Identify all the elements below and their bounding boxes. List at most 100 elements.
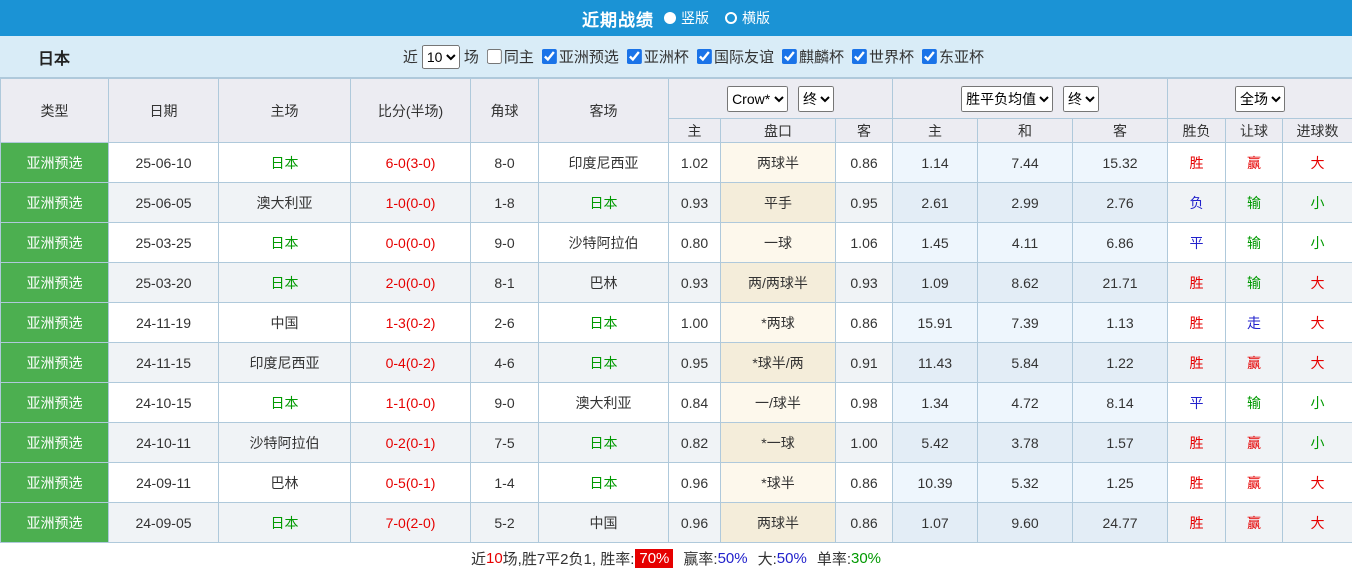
europe-draw-odds: 7.39 <box>978 303 1073 343</box>
asian-away-odds: 1.06 <box>836 223 893 263</box>
type-badge: 亚洲预选 <box>1 303 109 343</box>
result-scope-header: 全场 <box>1168 79 1352 119</box>
match-date: 25-03-20 <box>109 263 219 303</box>
games-label: 场 <box>464 46 479 67</box>
corner-score: 4-6 <box>471 343 539 383</box>
competition-label: 东亚杯 <box>939 46 984 67</box>
footer-match-count: 10 <box>486 550 503 567</box>
layout-option-horizontal-label: 横版 <box>742 8 770 28</box>
competition-checkbox[interactable] <box>782 49 797 64</box>
asian-away-odds: 0.98 <box>836 383 893 423</box>
competition-filter[interactable]: 东亚杯 <box>922 46 984 67</box>
match-row: 亚洲预选24-09-05日本7-0(2-0)5-2中国0.96两球半0.861.… <box>1 503 1352 543</box>
europe-draw-odds: 5.32 <box>978 463 1073 503</box>
match-date: 25-06-10 <box>109 143 219 183</box>
table-header-group-row: 类型 日期 主场 比分(半场) 角球 客场 Crow* 终 胜平负均值 终 全场 <box>1 79 1352 119</box>
score: 0-4(0-2) <box>351 343 471 383</box>
match-row: 亚洲预选24-10-11沙特阿拉伯0-2(0-1)7-5日本0.82*一球1.0… <box>1 423 1352 463</box>
asian-handicap: *两球 <box>721 303 836 343</box>
result: 胜 <box>1168 423 1226 463</box>
same-home-label: 同主 <box>504 46 534 67</box>
score: 0-5(0-1) <box>351 463 471 503</box>
asian-handicap: *球半/两 <box>721 343 836 383</box>
match-date: 24-11-15 <box>109 343 219 383</box>
away-team: 日本 <box>539 303 669 343</box>
match-row: 亚洲预选25-06-10日本6-0(3-0)8-0印度尼西亚1.02两球半0.8… <box>1 143 1352 183</box>
result-scope-select[interactable]: 全场 <box>1235 86 1285 112</box>
away-team: 澳大利亚 <box>539 383 669 423</box>
filter-bar: 日本 近 10 场 同主 亚洲预选亚洲杯国际友谊麒麟杯世界杯东亚杯 <box>0 36 1352 78</box>
type-badge: 亚洲预选 <box>1 383 109 423</box>
asian-away-odds: 0.86 <box>836 463 893 503</box>
corner-score: 9-0 <box>471 223 539 263</box>
competition-filter[interactable]: 世界杯 <box>852 46 914 67</box>
score: 6-0(3-0) <box>351 143 471 183</box>
recent-label: 近 <box>403 46 418 67</box>
handicap-result: 赢 <box>1226 503 1283 543</box>
europe-home-odds: 1.34 <box>893 383 978 423</box>
asian-home-odds: 0.93 <box>669 263 721 303</box>
match-date: 25-06-05 <box>109 183 219 223</box>
asian-home-odds: 0.95 <box>669 343 721 383</box>
asian-odds-time-select[interactable]: 终 <box>798 86 834 112</box>
europe-away-odds: 24.77 <box>1073 503 1168 543</box>
europe-odds-time-select[interactable]: 终 <box>1063 86 1099 112</box>
asian-away-odds: 0.91 <box>836 343 893 383</box>
results-tbody: 亚洲预选25-06-10日本6-0(3-0)8-0印度尼西亚1.02两球半0.8… <box>1 143 1352 543</box>
asian-odds-header: Crow* 终 <box>669 79 893 119</box>
competition-filters: 亚洲预选亚洲杯 国际友谊麒麟杯世界杯 东亚杯 <box>534 46 984 67</box>
competition-checkbox[interactable] <box>627 49 642 64</box>
same-home-checkbox[interactable] <box>487 49 502 64</box>
asian-away-odds: 0.95 <box>836 183 893 223</box>
layout-option-vertical[interactable]: 竖版 <box>664 8 709 28</box>
competition-filter[interactable]: 麒麟杯 <box>782 46 844 67</box>
handicap-result: 输 <box>1226 383 1283 423</box>
competition-filter[interactable]: 亚洲预选 <box>542 46 619 67</box>
match-date: 25-03-25 <box>109 223 219 263</box>
col-header-europe-away: 客 <box>1073 119 1168 143</box>
asian-home-odds: 0.80 <box>669 223 721 263</box>
goals-result: 小 <box>1283 223 1352 263</box>
layout-option-horizontal[interactable]: 横版 <box>725 8 770 28</box>
europe-home-odds: 2.61 <box>893 183 978 223</box>
europe-odds-select[interactable]: 胜平负均值 <box>961 86 1053 112</box>
europe-home-odds: 1.45 <box>893 223 978 263</box>
col-header-asian-home: 主 <box>669 119 721 143</box>
home-team: 日本 <box>219 263 351 303</box>
competition-checkbox[interactable] <box>542 49 557 64</box>
result: 胜 <box>1168 303 1226 343</box>
home-team: 巴林 <box>219 463 351 503</box>
competition-label: 国际友谊 <box>714 46 774 67</box>
col-header-asian-away: 客 <box>836 119 893 143</box>
competition-filter[interactable]: 国际友谊 <box>697 46 774 67</box>
competition-filter[interactable]: 亚洲杯 <box>627 46 689 67</box>
competition-checkbox[interactable] <box>922 49 937 64</box>
europe-away-odds: 1.22 <box>1073 343 1168 383</box>
recent-count-select[interactable]: 10 <box>422 45 460 69</box>
home-team: 日本 <box>219 223 351 263</box>
same-home-filter[interactable]: 同主 <box>487 46 534 67</box>
asian-home-odds: 0.82 <box>669 423 721 463</box>
type-badge: 亚洲预选 <box>1 223 109 263</box>
odds-company-select[interactable]: Crow* <box>727 86 788 112</box>
type-badge: 亚洲预选 <box>1 463 109 503</box>
home-team: 日本 <box>219 383 351 423</box>
results-table: 类型 日期 主场 比分(半场) 角球 客场 Crow* 终 胜平负均值 终 全场… <box>0 78 1352 543</box>
europe-home-odds: 15.91 <box>893 303 978 343</box>
match-row: 亚洲预选25-06-05澳大利亚1-0(0-0)1-8日本0.93平手0.952… <box>1 183 1352 223</box>
europe-draw-odds: 7.44 <box>978 143 1073 183</box>
handicap-result: 赢 <box>1226 423 1283 463</box>
competition-checkbox[interactable] <box>852 49 867 64</box>
col-header-corner: 角球 <box>471 79 539 143</box>
competition-checkbox[interactable] <box>697 49 712 64</box>
match-date: 24-09-11 <box>109 463 219 503</box>
away-team: 巴林 <box>539 263 669 303</box>
europe-away-odds: 1.57 <box>1073 423 1168 463</box>
europe-draw-odds: 4.11 <box>978 223 1073 263</box>
result: 胜 <box>1168 263 1226 303</box>
away-team: 日本 <box>539 183 669 223</box>
europe-away-odds: 1.25 <box>1073 463 1168 503</box>
europe-away-odds: 8.14 <box>1073 383 1168 423</box>
big-label: 大: <box>758 548 777 569</box>
europe-away-odds: 1.13 <box>1073 303 1168 343</box>
